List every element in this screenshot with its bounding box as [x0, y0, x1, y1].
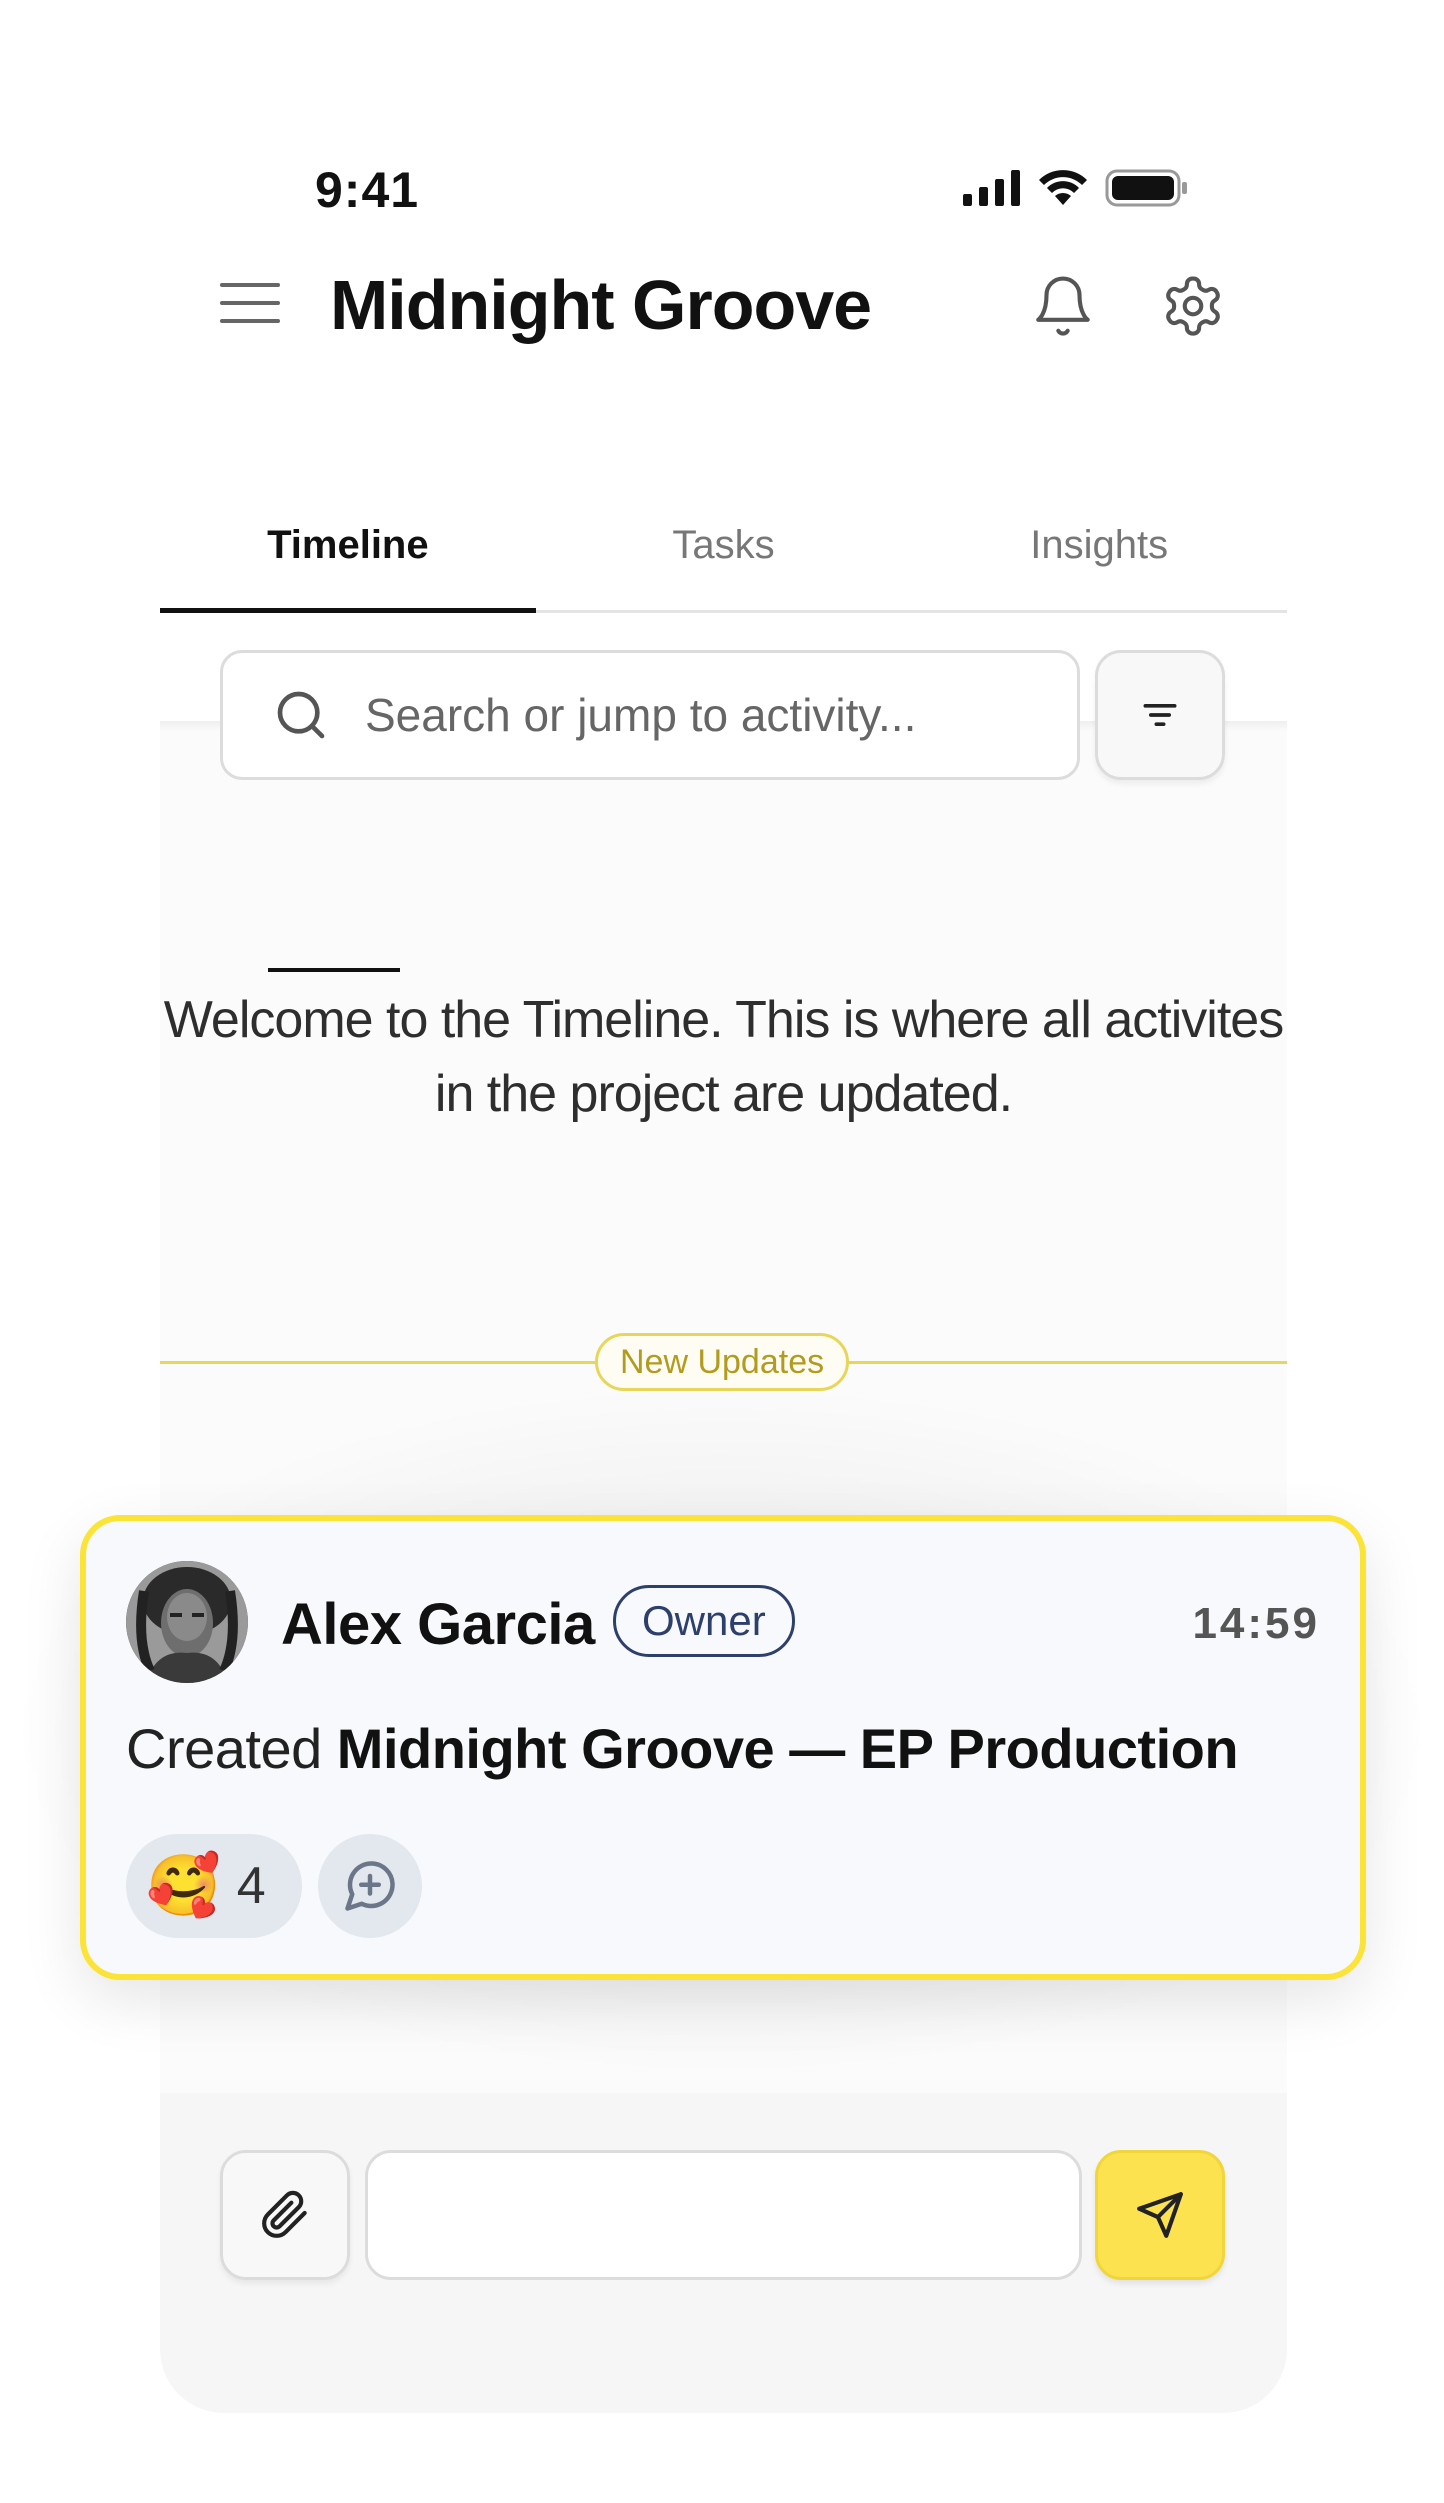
activity-description: Created Midnight Groove — EP Production: [126, 1716, 1239, 1781]
status-time: 9:41: [315, 162, 420, 218]
page: 9:41 Midnight Groove Timeline Tasks Insi…: [0, 0, 1444, 2503]
send-button[interactable]: [1095, 2150, 1225, 2280]
activity-target: Midnight Groove — EP Production: [336, 1717, 1239, 1780]
gear-icon: [1166, 276, 1220, 336]
reaction-chip[interactable]: 🥰 4: [126, 1834, 302, 1938]
welcome-accent-rule: [268, 968, 400, 972]
menu-icon: [220, 283, 280, 287]
page-title: Midnight Groove: [330, 266, 872, 344]
menu-button[interactable]: [220, 279, 280, 327]
wifi-icon: [1039, 170, 1087, 205]
filter-icon: [1143, 704, 1177, 726]
filter-button[interactable]: [1095, 650, 1225, 780]
bell-icon: [1036, 276, 1090, 336]
activity-card[interactable]: Alex Garcia Owner 14:59 Created Midnight…: [80, 1515, 1366, 1980]
welcome-message: Welcome to the Timeline. This is where a…: [163, 991, 1284, 1123]
tab-timeline[interactable]: Timeline: [160, 513, 536, 613]
avatar[interactable]: [126, 1561, 248, 1683]
settings-button[interactable]: [1160, 273, 1226, 339]
signal-icon: [963, 170, 1020, 206]
author-name: Alex Garcia: [281, 1592, 595, 1657]
attach-button[interactable]: [220, 2150, 350, 2280]
search-box: [220, 650, 1080, 780]
paperclip-icon: [262, 2190, 307, 2238]
tab-bar: Timeline Tasks Insights: [160, 513, 1287, 613]
send-icon: [1137, 2192, 1183, 2238]
search-icon: [277, 691, 325, 739]
reaction-count: 4: [236, 1857, 266, 1915]
tab-tasks[interactable]: Tasks: [536, 513, 912, 610]
notifications-button[interactable]: [1030, 273, 1096, 339]
search-input[interactable]: [365, 688, 1065, 742]
status-icons: [963, 169, 1189, 207]
activity-timestamp: 14:59: [1192, 1599, 1320, 1648]
message-input[interactable]: [365, 2150, 1082, 2280]
tab-insights[interactable]: Insights: [911, 513, 1287, 610]
add-reaction-button[interactable]: [318, 1834, 422, 1938]
smiling-hearts-emoji: 🥰: [146, 1852, 221, 1919]
role-badge: Owner: [613, 1585, 795, 1657]
add-reaction-icon: [345, 1861, 395, 1911]
activity-action: Created: [126, 1717, 322, 1780]
avatar-photo: [126, 1561, 248, 1683]
battery-icon: [1105, 169, 1187, 207]
